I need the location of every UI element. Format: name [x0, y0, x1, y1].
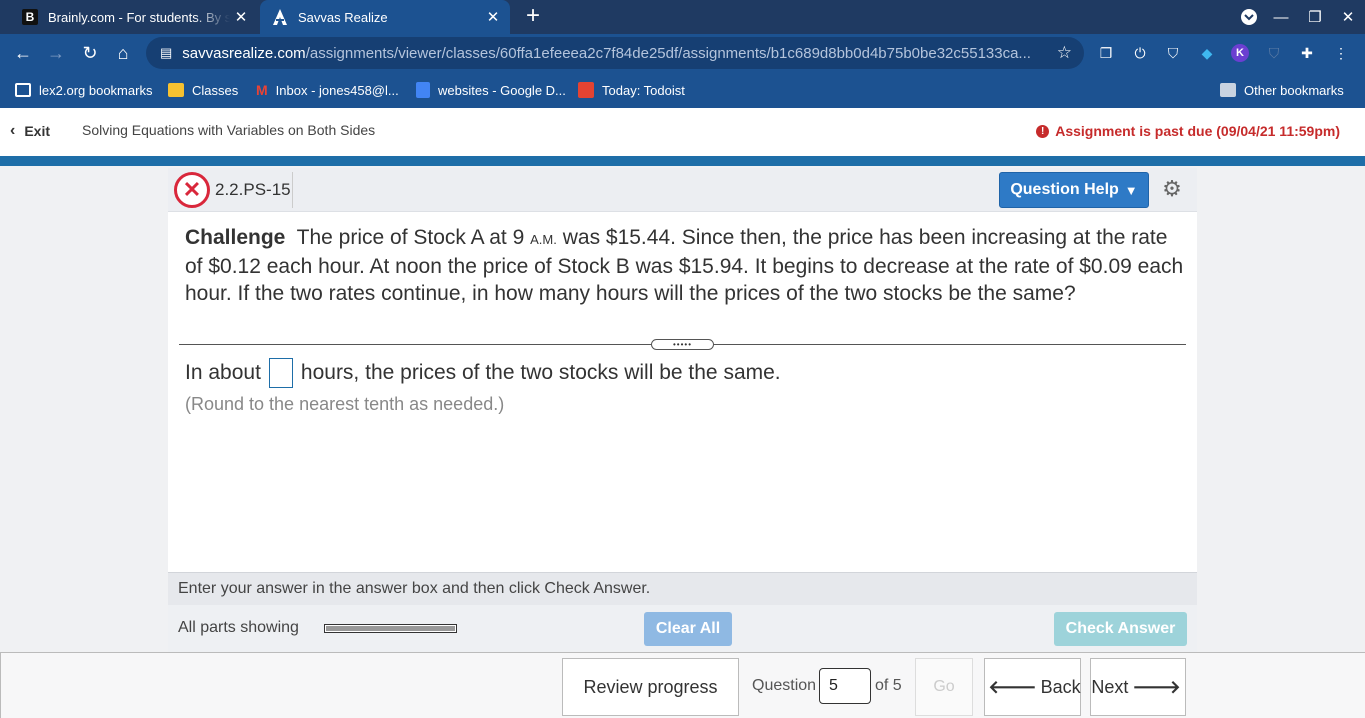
shield-icon[interactable]: ⛉ — [1163, 43, 1183, 63]
google-docs-icon — [416, 82, 430, 98]
bookmark-other[interactable]: Other bookmarks — [1220, 80, 1344, 100]
rounding-note: (Round to the nearest tenth as needed.) — [185, 394, 505, 414]
instruction-text: Enter your answer in the answer box and … — [178, 580, 651, 597]
arrow-left-icon: 🡐 — [988, 676, 1037, 697]
past-due-text: Assignment is past due (09/04/21 11:59pm… — [1055, 123, 1340, 139]
instruction-bar: Enter your answer in the answer box and … — [168, 572, 1197, 605]
gmail-icon: M — [256, 82, 268, 98]
question-toolbar: ✕ 2.2.PS-15 Question Help ▼ ⚙ — [168, 168, 1197, 212]
profile-dropdown-icon[interactable] — [1232, 0, 1266, 34]
folder-icon — [1220, 83, 1236, 97]
answer-prefix: In about — [185, 361, 261, 384]
address-bar[interactable]: ▤ savvasrealize.com /assignments/viewer/… — [146, 37, 1084, 69]
question-help-button[interactable]: Question Help ▼ — [999, 172, 1149, 208]
bookmark-classes[interactable]: Classes — [168, 80, 238, 100]
close-tab-icon[interactable]: ✕ — [230, 8, 252, 26]
bookmark-todoist[interactable]: Today: Todoist — [578, 80, 685, 100]
question-id: 2.2.PS-15 — [215, 180, 291, 199]
question-total: of 5 — [875, 677, 902, 694]
tab-brainly[interactable]: B Brainly.com - For students. By student… — [10, 0, 258, 34]
check-answer-button[interactable]: Check Answer — [1054, 612, 1187, 646]
problem-statement: Challenge The price of Stock A at 9 A.M.… — [185, 224, 1185, 307]
chevron-left-icon: ‹ — [10, 122, 16, 139]
bookmark-star-icon[interactable]: ☆ — [1057, 43, 1072, 63]
clear-all-button[interactable]: Clear All — [644, 612, 732, 646]
exit-button[interactable]: ‹ Exit — [10, 122, 50, 140]
resize-handle[interactable]: ••••• — [651, 339, 714, 350]
bookmarks-bar: lex2.org bookmarks Classes M Inbox - jon… — [0, 72, 1365, 108]
diamond-extension-icon[interactable]: ◆ — [1197, 43, 1217, 63]
shield-extension-icon[interactable]: ⛉ — [1264, 43, 1284, 63]
header-band — [0, 156, 1365, 166]
url-path: /assignments/viewer/classes/60ffa1efeeea… — [305, 44, 1031, 62]
browser-tab-bar: B Brainly.com - For students. By student… — [0, 0, 1365, 34]
forward-arrow-icon[interactable]: → — [43, 40, 69, 66]
arrow-right-icon: 🡒 — [1132, 676, 1181, 697]
divider — [292, 172, 293, 208]
question-number-input[interactable]: 5 — [819, 668, 871, 704]
next-label: Next — [1091, 676, 1129, 697]
parts-progress-bar — [324, 624, 457, 633]
tab-title: Savvas Realize — [298, 9, 388, 25]
answer-sentence: In about hours, the prices of the two st… — [185, 358, 781, 388]
bookmark-label: Inbox - jones458@l... — [275, 82, 399, 98]
new-tab-icon[interactable]: + — [520, 4, 546, 30]
parts-label: All parts showing — [178, 619, 299, 636]
question-navigation: Review progress Question 5 of 5 Go 🡐 Bac… — [0, 652, 1365, 718]
todoist-icon — [578, 82, 594, 98]
go-button[interactable]: Go — [915, 658, 973, 716]
problem-text: The price of Stock A at 9 — [296, 226, 525, 249]
bookmark-label: Other bookmarks — [1244, 82, 1344, 98]
bookmark-label: websites - Google D... — [438, 82, 566, 98]
kebab-menu-icon[interactable]: ⋮ — [1331, 43, 1351, 63]
question-help-label: Question Help — [1010, 181, 1119, 198]
assignment-title: Solving Equations with Variables on Both… — [82, 122, 376, 138]
close-window-icon[interactable]: ✕ — [1331, 0, 1365, 34]
close-tab-icon[interactable]: ✕ — [482, 8, 504, 26]
reload-icon[interactable]: ↻ — [77, 40, 103, 66]
tab-title: Brainly.com - For students. By students — [48, 9, 230, 25]
back-label: Back — [1040, 676, 1081, 697]
puzzle-icon[interactable]: ✚ — [1297, 43, 1317, 63]
gear-icon[interactable]: ⚙ — [1160, 177, 1184, 201]
tab-savvas[interactable]: Savvas Realize ✕ — [260, 0, 510, 34]
bookmark-label: Today: Todoist — [602, 82, 685, 98]
home-icon[interactable]: ⌂ — [110, 40, 136, 66]
caret-down-icon: ▼ — [1124, 182, 1138, 198]
restore-icon[interactable]: ❐ — [1298, 0, 1332, 34]
challenge-label: Challenge — [185, 226, 286, 249]
exit-label: Exit — [24, 123, 51, 139]
past-due-notice: ! Assignment is past due (09/04/21 11:59… — [1036, 123, 1340, 139]
question-panel: ✕ 2.2.PS-15 Question Help ▼ ⚙ Challenge … — [168, 168, 1197, 572]
power-icon[interactable]: ⏻ — [1130, 43, 1150, 63]
k-extension-icon[interactable]: K — [1230, 43, 1250, 63]
assignment-header: ‹ Exit Solving Equations with Variables … — [0, 108, 1365, 156]
am-label: A.M. — [530, 232, 557, 247]
folder-icon — [15, 83, 31, 97]
site-info-icon[interactable]: ▤ — [160, 45, 172, 61]
bookmark-label: Classes — [192, 82, 239, 98]
extension-copy-icon[interactable]: ❐ — [1096, 43, 1116, 63]
bookmark-lex2[interactable]: lex2.org bookmarks — [15, 80, 152, 100]
warning-icon: ! — [1036, 124, 1050, 138]
progress-fill — [326, 626, 455, 631]
bookmark-inbox[interactable]: M Inbox - jones458@l... — [256, 80, 399, 100]
url-host: savvasrealize.com — [182, 44, 306, 62]
answer-suffix: hours, the prices of the two stocks will… — [300, 361, 781, 384]
next-button[interactable]: Next 🡒 — [1090, 658, 1186, 716]
question-label: Question — [752, 677, 817, 694]
parts-bar: All parts showing Clear All Check Answer — [168, 605, 1197, 652]
bookmark-label: lex2.org bookmarks — [39, 82, 153, 98]
classroom-icon — [168, 83, 184, 97]
back-arrow-icon[interactable]: ← — [10, 40, 36, 66]
answer-input[interactable] — [268, 358, 293, 388]
bookmark-websites[interactable]: websites - Google D... — [416, 80, 566, 100]
savvas-favicon-icon — [272, 9, 288, 25]
incorrect-icon: ✕ — [174, 172, 210, 208]
browser-toolbar: ← → ↻ ⌂ ▤ savvasrealize.com /assignments… — [0, 34, 1365, 72]
minimize-icon[interactable]: — — [1264, 0, 1298, 34]
brainly-favicon-icon: B — [22, 9, 38, 25]
back-button[interactable]: 🡐 Back — [984, 658, 1081, 716]
review-progress-button[interactable]: Review progress — [562, 658, 739, 716]
